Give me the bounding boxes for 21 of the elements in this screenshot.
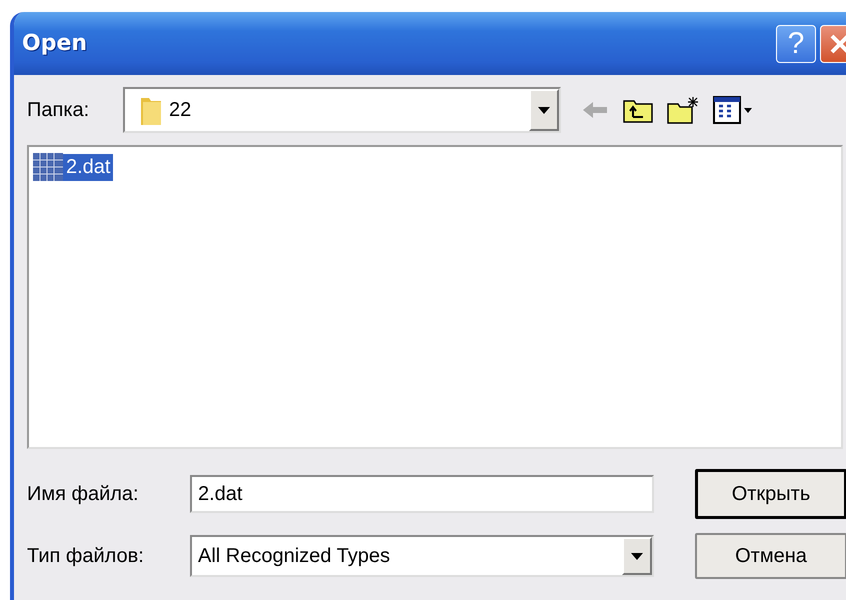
folder-dropdown[interactable]: 22	[123, 87, 561, 133]
file-item[interactable]: 2.dat	[33, 153, 837, 181]
close-icon	[829, 32, 846, 54]
dropdown-button[interactable]	[529, 89, 559, 131]
new-folder-icon[interactable]	[667, 96, 699, 124]
file-type-label: Тип файлов:	[27, 544, 145, 568]
file-type-dropdown[interactable]: All Recognized Types	[190, 535, 654, 577]
window-title: Open	[22, 31, 88, 56]
open-button[interactable]: Открыть	[695, 469, 846, 519]
caret-icon	[631, 552, 643, 560]
view-menu-icon[interactable]	[713, 96, 753, 124]
file-name-label: Имя файла:	[27, 482, 140, 506]
dropdown-button[interactable]	[622, 537, 652, 575]
file-name: 2.dat	[63, 154, 114, 180]
grid-file-icon	[33, 153, 63, 181]
cancel-button[interactable]: Отмена	[695, 533, 846, 579]
folder-name: 22	[168, 98, 192, 122]
folder-label: Папка:	[27, 98, 90, 122]
file-name-field[interactable]: 2.dat	[190, 475, 654, 513]
caret-icon	[538, 106, 550, 114]
file-type-value: All Recognized Types	[197, 544, 391, 568]
